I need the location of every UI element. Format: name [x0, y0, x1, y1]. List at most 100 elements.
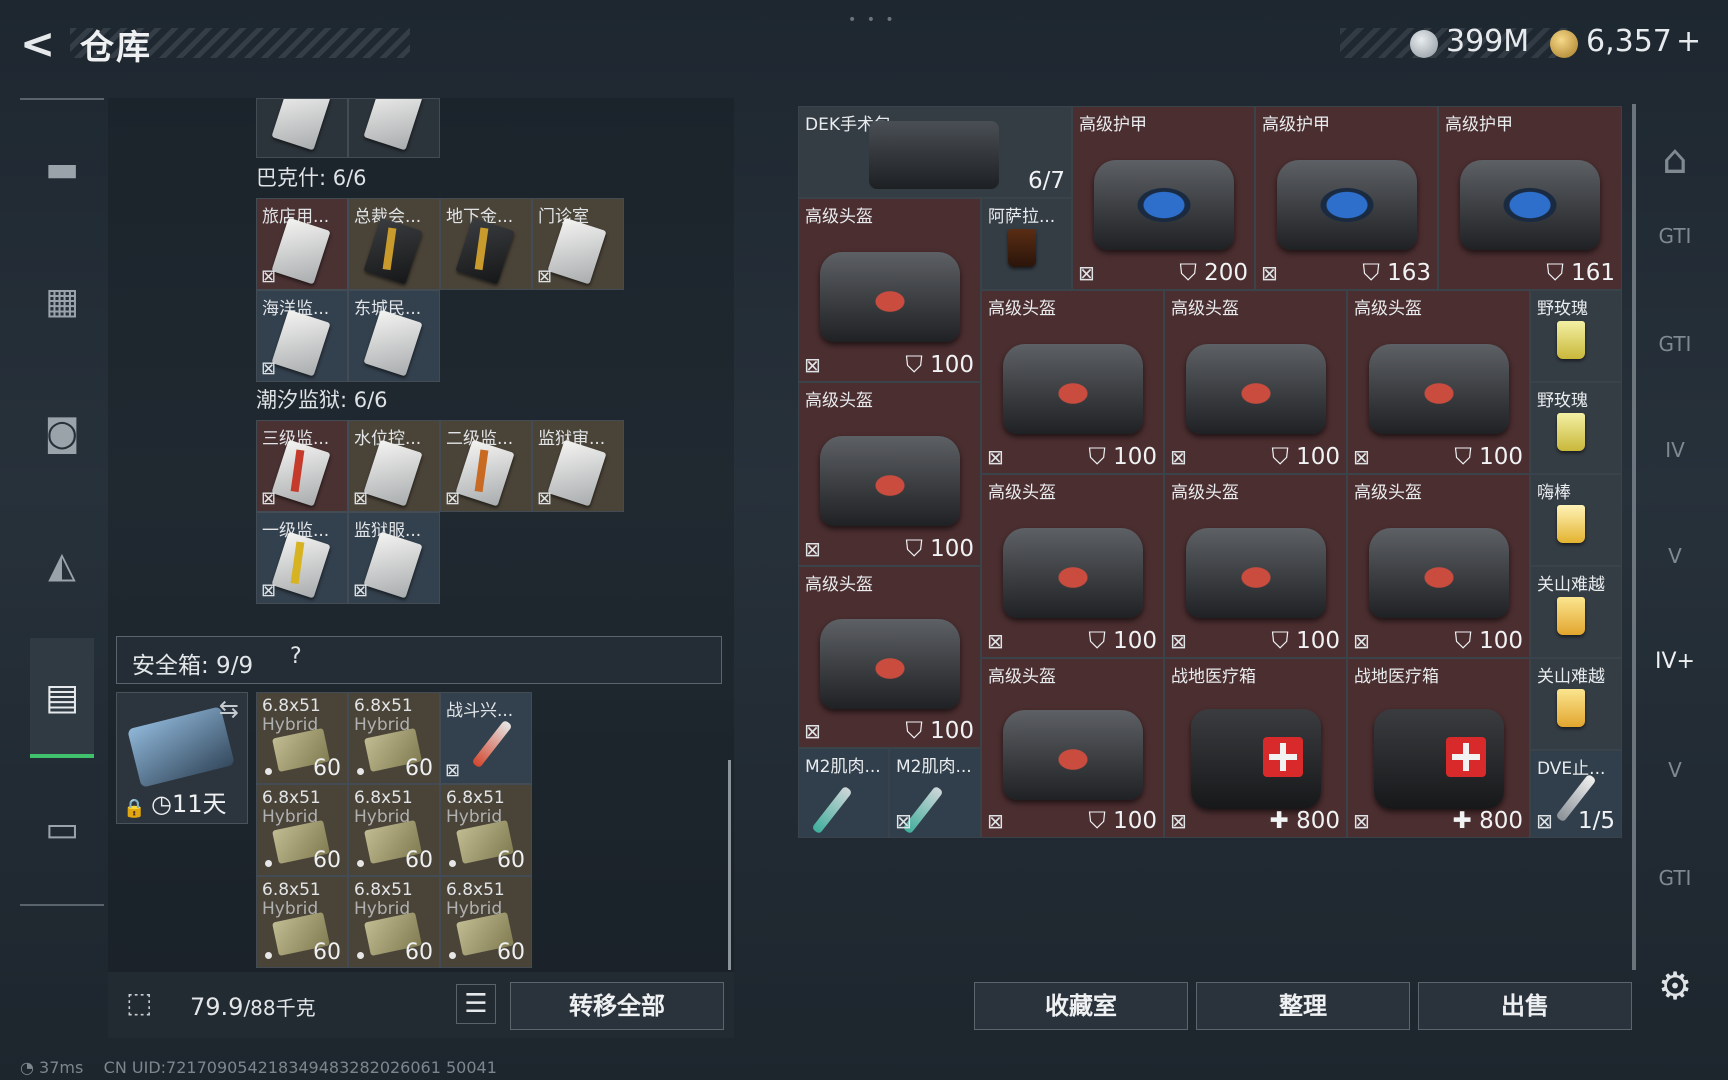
surgery-kit-item[interactable]: DEK手术包 6/7 — [798, 106, 1072, 198]
no-insure-icon: ⊠ — [987, 445, 1004, 469]
helmet-item[interactable]: 高级头盔 ⊠ ⛉ 100 — [981, 658, 1164, 838]
inventory-cell[interactable] — [256, 98, 348, 158]
key-card-item[interactable]: 水位控... ⊠ — [348, 420, 440, 512]
helmet-item[interactable]: 高级头盔 ⊠ ⛉ 100 — [981, 290, 1164, 474]
armor-item[interactable]: 高级护甲 ⊠ ⛉ 200 — [1072, 106, 1255, 290]
drink-item[interactable]: 关山难越 — [1530, 566, 1622, 658]
item-durability: ⛉ 100 — [1454, 628, 1523, 654]
key-card-item[interactable]: 旅店用... ⊠ — [256, 198, 348, 290]
item-name: 野玫瑰 — [1537, 299, 1588, 319]
collection-room-button[interactable]: 收藏室 — [974, 982, 1188, 1030]
item-durability: ⛉ 100 — [905, 352, 974, 378]
item-name: 高级头盔 — [988, 667, 1056, 687]
no-insure-icon: ⊠ — [1261, 261, 1278, 285]
ammo-item[interactable]: 6.8x51 Hybrid 60 — [256, 876, 348, 968]
ammo-item[interactable]: 6.8x51 Hybrid 60 — [440, 876, 532, 968]
weapon-icon[interactable]: ▬ — [20, 140, 104, 200]
briefcase-icon[interactable]: ▭ — [20, 800, 104, 860]
key-card-item[interactable]: 监狱审... ⊠ — [532, 420, 624, 512]
lock-bag-icon[interactable]: ⬚ — [126, 986, 156, 1022]
helmet-item[interactable]: 高级头盔 ⊠ ⛉ 100 — [981, 474, 1164, 658]
gti-case-icon[interactable]: GTI — [1646, 852, 1704, 904]
warehouse-tab-icon[interactable]: ⌂ — [1646, 134, 1704, 186]
drink-item[interactable]: 阿萨拉... — [981, 198, 1072, 290]
ammo-count: 60 — [405, 756, 433, 781]
dot-icon — [265, 768, 272, 775]
item-durability: ⛉ 100 — [1088, 444, 1157, 470]
medkit-item[interactable]: 战地医疗箱 ⊠ ✚ 800 — [1347, 658, 1530, 838]
no-insure-icon: ⊠ — [353, 580, 369, 601]
backpack-icon[interactable]: ◙ — [20, 404, 104, 464]
ammo-item[interactable]: 6.8x51 Hybrid 60 — [348, 876, 440, 968]
left-scrollbar[interactable] — [728, 760, 731, 970]
key-card-item[interactable]: 总裁会... — [348, 198, 440, 290]
drink-item[interactable]: 野玫瑰 — [1530, 290, 1622, 382]
gti-case-icon[interactable]: GTI — [1646, 210, 1704, 262]
ping: 37ms — [39, 1058, 84, 1077]
armor-item[interactable]: 高级护甲 ⛉ 161 — [1438, 106, 1622, 290]
ammo-item[interactable]: 6.8x51 Hybrid 60 — [256, 784, 348, 876]
key-card-item[interactable]: 东城民... — [348, 290, 440, 382]
syringe-item[interactable]: M2肌肉... — [798, 748, 889, 838]
helmet-item[interactable]: 高级头盔 ⊠ ⛉ 100 — [1164, 474, 1347, 658]
inventory-cell[interactable] — [348, 98, 440, 158]
ammo-item[interactable]: 6.8x51 Hybrid 60 — [440, 784, 532, 876]
no-insure-icon: ⊠ — [1353, 809, 1370, 833]
back-arrow-icon[interactable]: < — [20, 22, 60, 66]
helmet-item[interactable]: 高级头盔 ⊠ ⛉ 100 — [798, 382, 981, 566]
no-insure-icon: ⊠ — [1170, 445, 1187, 469]
drink-item[interactable]: 野玫瑰 — [1530, 382, 1622, 474]
item-name: 6.8x51 — [354, 696, 413, 716]
swap-icon[interactable]: ⇆ — [219, 695, 239, 723]
drink-item[interactable]: 嗨棒 — [1530, 474, 1622, 566]
painkiller-item[interactable]: DVE止... ⊠ 1/5 — [1530, 750, 1622, 838]
helmet-item[interactable]: 高级头盔 ⊠ ⛉ 100 — [1347, 290, 1530, 474]
sell-button[interactable]: 出售 — [1418, 982, 1632, 1030]
vest-icon[interactable]: ▦ — [20, 272, 104, 332]
safe-container-icon[interactable]: ▤ — [20, 668, 104, 728]
bag-icon[interactable]: ◭ — [20, 536, 104, 596]
key-card-item[interactable]: 门诊室 ⊠ — [532, 198, 624, 290]
key-card-item[interactable]: 地下金... — [440, 198, 532, 290]
level-v-case-icon[interactable]: V — [1646, 530, 1704, 582]
helmet-item[interactable]: 高级头盔 ⊠ ⛉ 100 — [798, 566, 981, 748]
syringe-item[interactable]: M2肌肉... ⊠ — [889, 748, 981, 838]
stim-item[interactable]: 战斗兴... ⊠ — [440, 692, 532, 784]
ammo-item[interactable]: 6.8x51 Hybrid 60 — [348, 784, 440, 876]
safe-container-slot[interactable]: ⇆ 🔒 ◷11天 — [116, 692, 248, 824]
ammo-item[interactable]: 6.8x51 Hybrid 60 — [348, 692, 440, 784]
helmet-item[interactable]: 高级头盔 ⊠ ⛉ 100 — [798, 198, 981, 382]
level-iv-case-icon[interactable]: IV — [1646, 424, 1704, 476]
left-rail — [20, 98, 104, 906]
key-card-item[interactable]: 监狱服... ⊠ — [348, 512, 440, 604]
key-card-item[interactable]: 一级监... ⊠ — [256, 512, 348, 604]
medkit-item[interactable]: 战地医疗箱 ⊠ ✚ 800 — [1164, 658, 1347, 838]
transfer-all-button[interactable]: 转移全部 — [510, 982, 724, 1030]
gti-case-icon[interactable]: GTI — [1646, 318, 1704, 370]
right-scrollbar[interactable] — [1632, 104, 1636, 970]
drag-handle[interactable]: • • • — [848, 12, 897, 28]
key-card-item[interactable]: 海洋监... ⊠ — [256, 290, 348, 382]
list-view-button[interactable]: ☰ — [456, 984, 496, 1024]
gear-icon[interactable]: ⚙ — [1646, 960, 1704, 1012]
status-footer: ◔ 37ms CN UID:72170905421834948328202606… — [20, 1058, 497, 1077]
key-card-item[interactable]: 二级监... ⊠ — [440, 420, 532, 512]
helmet-item[interactable]: 高级头盔 ⊠ ⛉ 100 — [1164, 290, 1347, 474]
item-name: 6.8x51 — [354, 788, 413, 808]
helmet-item[interactable]: 高级头盔 ⊠ ⛉ 100 — [1347, 474, 1530, 658]
add-currency-button[interactable]: + — [1676, 24, 1701, 59]
key-card-item[interactable]: 三级监... ⊠ — [256, 420, 348, 512]
item-name: DVE止... — [1537, 759, 1606, 779]
help-icon[interactable]: ? — [290, 644, 302, 669]
sort-button[interactable]: 整理 — [1196, 982, 1410, 1030]
lock-icon: 🔒 — [123, 798, 146, 819]
drink-item[interactable]: 关山难越 — [1530, 658, 1622, 750]
level-iv-add-icon[interactable]: IV+ — [1646, 636, 1704, 688]
armor-item[interactable]: 高级护甲 ⊠ ⛉ 163 — [1255, 106, 1438, 290]
level-v-case-icon[interactable]: V — [1646, 744, 1704, 796]
no-insure-icon: ⊠ — [445, 760, 461, 781]
item-name: M2肌肉... — [896, 757, 972, 777]
no-insure-icon: ⊠ — [804, 719, 821, 743]
item-durability: ⛉ 100 — [1271, 628, 1340, 654]
ammo-item[interactable]: 6.8x51 Hybrid 60 — [256, 692, 348, 784]
